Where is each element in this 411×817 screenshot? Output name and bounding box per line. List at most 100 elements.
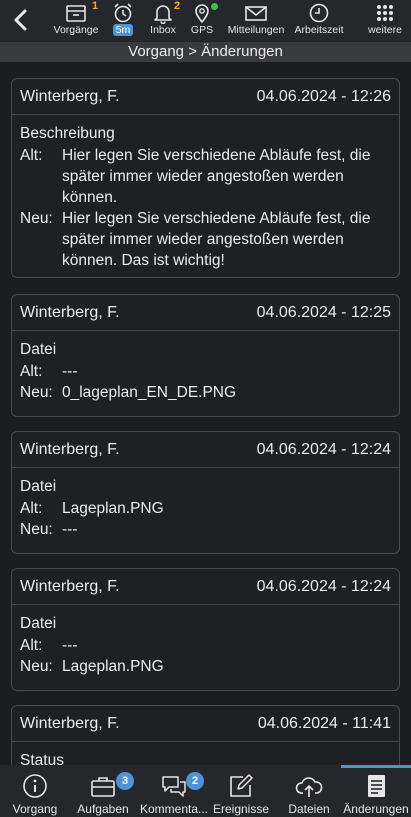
card-date: 04.06.2024 - 11:41 xyxy=(257,714,391,732)
alt-row: Alt: Hier legen Sie verschiedene Abläufe… xyxy=(20,145,391,208)
alt-label: Alt: xyxy=(20,500,43,517)
neu-label: Neu: xyxy=(20,210,53,227)
alt-row: Alt: --- xyxy=(20,361,391,382)
chat-bubbles-icon xyxy=(162,776,186,797)
briefcase-icon xyxy=(91,777,115,797)
card-body: Status xyxy=(12,742,399,765)
card-body: Datei Alt: --- Neu: Lageplan.PNG xyxy=(12,605,399,683)
card-header: Winterberg, F. 04.06.2024 - 12:25 xyxy=(12,295,399,331)
toolbar-item-timer[interactable]: 5m xyxy=(108,2,138,42)
changes-list[interactable]: Winterberg, F. 04.06.2024 - 12:26 Beschr… xyxy=(0,62,411,765)
card-header: Winterberg, F. 04.06.2024 - 12:26 xyxy=(12,79,399,115)
card-header: Winterberg, F. 04.06.2024 - 11:41 xyxy=(12,706,399,742)
neu-row: Neu: Hier legen Sie verschiedene Abläufe… xyxy=(20,208,391,271)
card-author: Winterberg, F. xyxy=(20,714,120,732)
toolbar-badge-vorgaenge: 1 xyxy=(92,0,99,12)
tab-ereignisse[interactable]: Ereignisse xyxy=(211,773,271,816)
toolbar-label-arbeitszeit: Arbeitszeit xyxy=(294,24,344,36)
top-toolbar: 1 Vorgänge 5m 2 Inbox GPS Mitteilungen A… xyxy=(0,0,411,42)
alt-value: --- xyxy=(62,637,78,654)
card-author: Winterberg, F. xyxy=(20,303,120,321)
neu-row: Neu: Lageplan.PNG xyxy=(20,656,391,677)
document-list-icon xyxy=(368,775,385,797)
neu-value: 0_lageplan_EN_DE.PNG xyxy=(62,384,237,401)
bell-icon xyxy=(154,5,172,24)
card-field-name: Status xyxy=(20,752,64,765)
card-header: Winterberg, F. 04.06.2024 - 12:24 xyxy=(12,569,399,605)
card-date: 04.06.2024 - 12:24 xyxy=(256,440,391,458)
tab-aufgaben[interactable]: 3 Aufgaben xyxy=(74,772,134,816)
grid-dots-icon xyxy=(377,5,393,21)
change-card[interactable]: Winterberg, F. 04.06.2024 - 12:26 Beschr… xyxy=(11,78,400,278)
card-body: Beschreibung Alt: Hier legen Sie verschi… xyxy=(12,115,399,277)
neu-label: Neu: xyxy=(20,384,53,401)
card-date: 04.06.2024 - 12:26 xyxy=(256,87,391,105)
tab-vorgang[interactable]: Vorgang xyxy=(8,773,62,816)
toolbar-label-inbox: Inbox xyxy=(150,24,176,36)
toolbar-item-gps[interactable]: GPS xyxy=(188,2,218,42)
neu-value: --- xyxy=(62,521,78,538)
bottom-nav: Vorgang 3 Aufgaben 2 Kommenta... Ereigni… xyxy=(0,765,411,817)
alt-row: Alt: Lageplan.PNG xyxy=(20,498,391,519)
tab-aenderungen[interactable]: Änderungen xyxy=(343,773,409,816)
edit-note-icon xyxy=(230,774,253,797)
active-tab-indicator xyxy=(341,765,411,768)
tab-label-kommentare: Kommenta... xyxy=(139,802,209,816)
alt-value: --- xyxy=(62,363,78,380)
change-card[interactable]: Winterberg, F. 04.06.2024 - 11:41 Status xyxy=(11,705,400,765)
neu-row: Neu: 0_lageplan_EN_DE.PNG xyxy=(20,382,391,403)
back-button[interactable] xyxy=(8,6,34,34)
inbox-tray-icon xyxy=(66,5,86,22)
card-field-name: Datei xyxy=(20,615,57,632)
page-title: Vorgang > Änderungen xyxy=(0,42,411,62)
tab-badge-aufgaben: 3 xyxy=(116,772,134,790)
card-field-name: Datei xyxy=(20,341,57,358)
alt-label: Alt: xyxy=(20,637,43,654)
toolbar-badge-inbox: 2 xyxy=(174,0,181,12)
alt-value: Lageplan.PNG xyxy=(62,500,164,517)
tab-badge-kommentare: 2 xyxy=(186,772,204,790)
neu-label: Neu: xyxy=(20,521,53,538)
gps-status-dot xyxy=(211,3,218,10)
tab-label-aufgaben: Aufgaben xyxy=(77,802,129,816)
toolbar-label-gps: GPS xyxy=(190,24,214,36)
card-date: 04.06.2024 - 12:24 xyxy=(256,577,391,595)
change-card[interactable]: Winterberg, F. 04.06.2024 - 12:24 Datei … xyxy=(11,431,400,554)
card-author: Winterberg, F. xyxy=(20,440,120,458)
alt-value: Hier legen Sie verschiedene Abläufe fest… xyxy=(62,147,371,206)
toolbar-item-vorgaenge[interactable]: 1 Vorgänge xyxy=(52,0,100,42)
change-card[interactable]: Winterberg, F. 04.06.2024 - 12:25 Datei … xyxy=(11,294,400,417)
toolbar-item-weitere[interactable]: weitere xyxy=(364,2,406,42)
neu-row: Neu: --- xyxy=(20,519,391,540)
clock-icon xyxy=(309,3,329,23)
chevron-left-icon xyxy=(14,9,27,31)
card-field-name: Datei xyxy=(20,478,57,495)
card-body: Datei Alt: --- Neu: 0_lageplan_EN_DE.PNG xyxy=(12,331,399,409)
alt-label: Alt: xyxy=(20,363,43,380)
toolbar-item-arbeitszeit[interactable]: Arbeitszeit xyxy=(291,2,347,42)
envelope-icon xyxy=(245,6,267,21)
toolbar-label-vorgaenge: Vorgänge xyxy=(53,24,99,36)
card-date: 04.06.2024 - 12:25 xyxy=(256,303,391,321)
tab-label-vorgang: Vorgang xyxy=(12,802,58,816)
toolbar-label-mitteilungen: Mitteilungen xyxy=(227,24,285,36)
card-field-name: Beschreibung xyxy=(20,125,115,142)
tab-label-aenderungen: Änderungen xyxy=(343,802,409,816)
tab-kommentare[interactable]: 2 Kommenta... xyxy=(139,772,209,816)
tab-dateien[interactable]: Dateien xyxy=(285,773,333,816)
info-circle-icon xyxy=(23,774,47,798)
cloud-upload-icon xyxy=(295,777,323,797)
alarm-clock-icon xyxy=(114,3,132,23)
alt-label: Alt: xyxy=(20,147,43,164)
tab-label-dateien: Dateien xyxy=(288,802,330,816)
card-author: Winterberg, F. xyxy=(20,87,120,105)
neu-label: Neu: xyxy=(20,658,53,675)
toolbar-item-inbox[interactable]: 2 Inbox xyxy=(146,0,181,42)
alt-row: Alt: --- xyxy=(20,635,391,656)
neu-value: Lageplan.PNG xyxy=(62,658,164,675)
change-card[interactable]: Winterberg, F. 04.06.2024 - 12:24 Datei … xyxy=(11,568,400,691)
toolbar-item-mitteilungen[interactable]: Mitteilungen xyxy=(224,2,288,42)
tab-label-ereignisse: Ereignisse xyxy=(212,802,270,816)
toolbar-label-weitere: weitere xyxy=(368,24,402,36)
card-header: Winterberg, F. 04.06.2024 - 12:24 xyxy=(12,432,399,468)
